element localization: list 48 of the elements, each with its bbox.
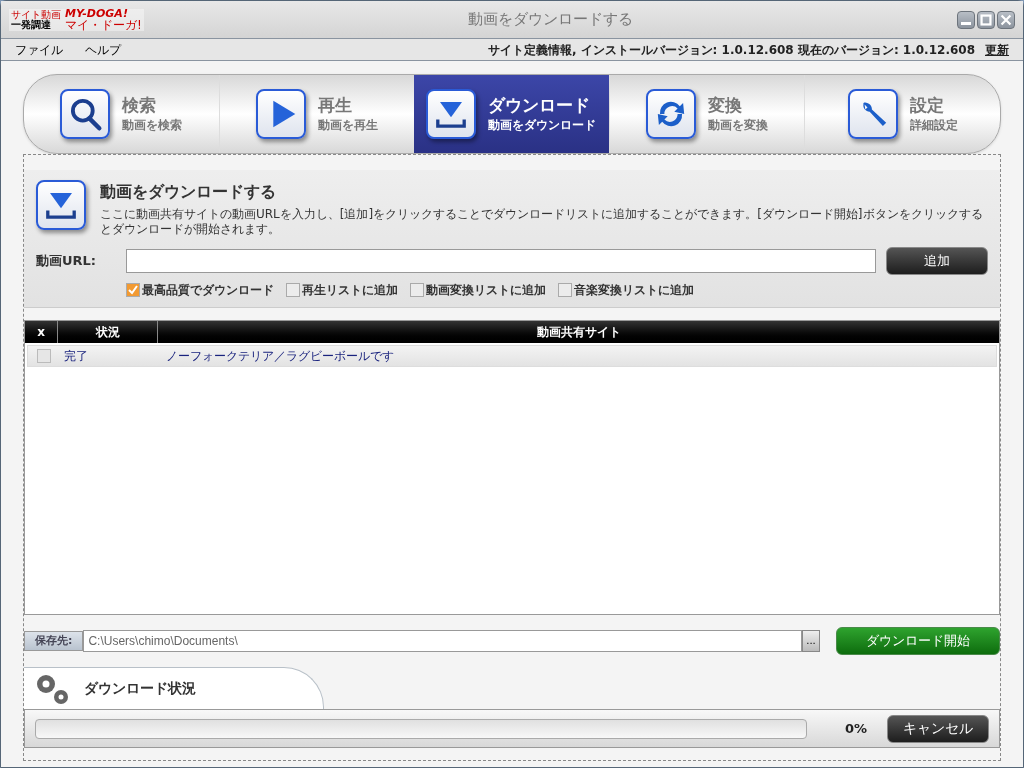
- column-header: 状況: [57, 321, 157, 343]
- window-title: 動画をダウンロードする: [467, 9, 633, 31]
- checkbox[interactable]: [126, 283, 140, 297]
- nav-tab[interactable]: 設定 詳細設定: [804, 75, 1000, 153]
- checkbox[interactable]: [410, 283, 424, 297]
- section-title: 動画をダウンロードする: [100, 181, 277, 203]
- option-checkbox[interactable]: 音楽変換リストに追加: [558, 281, 694, 299]
- start-download-button[interactable]: ダウンロード開始: [836, 627, 1000, 655]
- menu-item[interactable]: ファイル: [15, 40, 63, 59]
- option-checkbox[interactable]: 動画変換リストに追加: [410, 281, 546, 299]
- download-icon: [36, 180, 86, 230]
- column-header: x: [36, 324, 46, 341]
- progress-percent: 0%: [843, 719, 867, 738]
- section-description: ここに動画共有サイトの動画URLを入力し、[追加]をクリックすることでダウンロードリストに追加することができます。[ダウンロード開始]ボタンをクリックするとダウンロードが開始されます。: [100, 207, 984, 237]
- menu-item[interactable]: ヘルプ: [85, 40, 121, 59]
- minimize-button[interactable]: [957, 10, 975, 29]
- status-cell-text: 完了: [63, 348, 89, 365]
- option-checkbox[interactable]: 最高品質でダウンロード: [126, 281, 274, 299]
- minimize-icon: [961, 21, 971, 25]
- browse-button[interactable]: ...: [802, 630, 820, 652]
- wrench-icon: [847, 89, 898, 139]
- row-checkbox[interactable]: [37, 349, 51, 363]
- save-path-field[interactable]: C:\Users\chimo\Documents\: [83, 630, 802, 652]
- url-field[interactable]: [126, 249, 876, 273]
- column-header: 動画共有サイト: [157, 321, 999, 343]
- download-icon: [426, 89, 477, 139]
- search-icon: [60, 89, 111, 139]
- option-checkbox[interactable]: 再生リストに追加: [286, 281, 398, 299]
- checkbox[interactable]: [286, 283, 300, 297]
- nav-tab[interactable]: 再生 動画を再生: [218, 75, 415, 153]
- app-logo: サイト動画 一発調達 MY-DOGA! マイ・ドーガ!: [9, 8, 144, 31]
- cancel-button[interactable]: キャンセル: [887, 714, 989, 743]
- nav-tab[interactable]: 検索 動画を検索: [24, 75, 219, 153]
- title-cell-text: ノーフォークテリア／ラグビーボールです: [165, 348, 395, 365]
- progress-title: ダウンロード状況: [84, 679, 196, 698]
- checkbox[interactable]: [558, 283, 572, 297]
- table-row[interactable]: 完了 ノーフォークテリア／ラグビーボールです: [27, 345, 997, 367]
- refresh-icon: [646, 89, 697, 139]
- update-link[interactable]: 更新: [985, 40, 1009, 59]
- save-label: 保存先:: [24, 631, 84, 651]
- add-button[interactable]: 追加: [886, 247, 988, 275]
- play-icon: [255, 89, 306, 139]
- close-button[interactable]: [997, 10, 1015, 29]
- url-label: 動画URL:: [36, 252, 98, 271]
- maximize-button[interactable]: [977, 10, 995, 29]
- nav-tab[interactable]: ダウンロード 動画をダウンロード: [414, 75, 609, 153]
- nav-tab[interactable]: 変換 動画を変換: [608, 75, 805, 153]
- version-info: サイト定義情報, インストールバージョン: 1.0.12.608 現在のバージョン: 1.0.12.608: [487, 41, 975, 59]
